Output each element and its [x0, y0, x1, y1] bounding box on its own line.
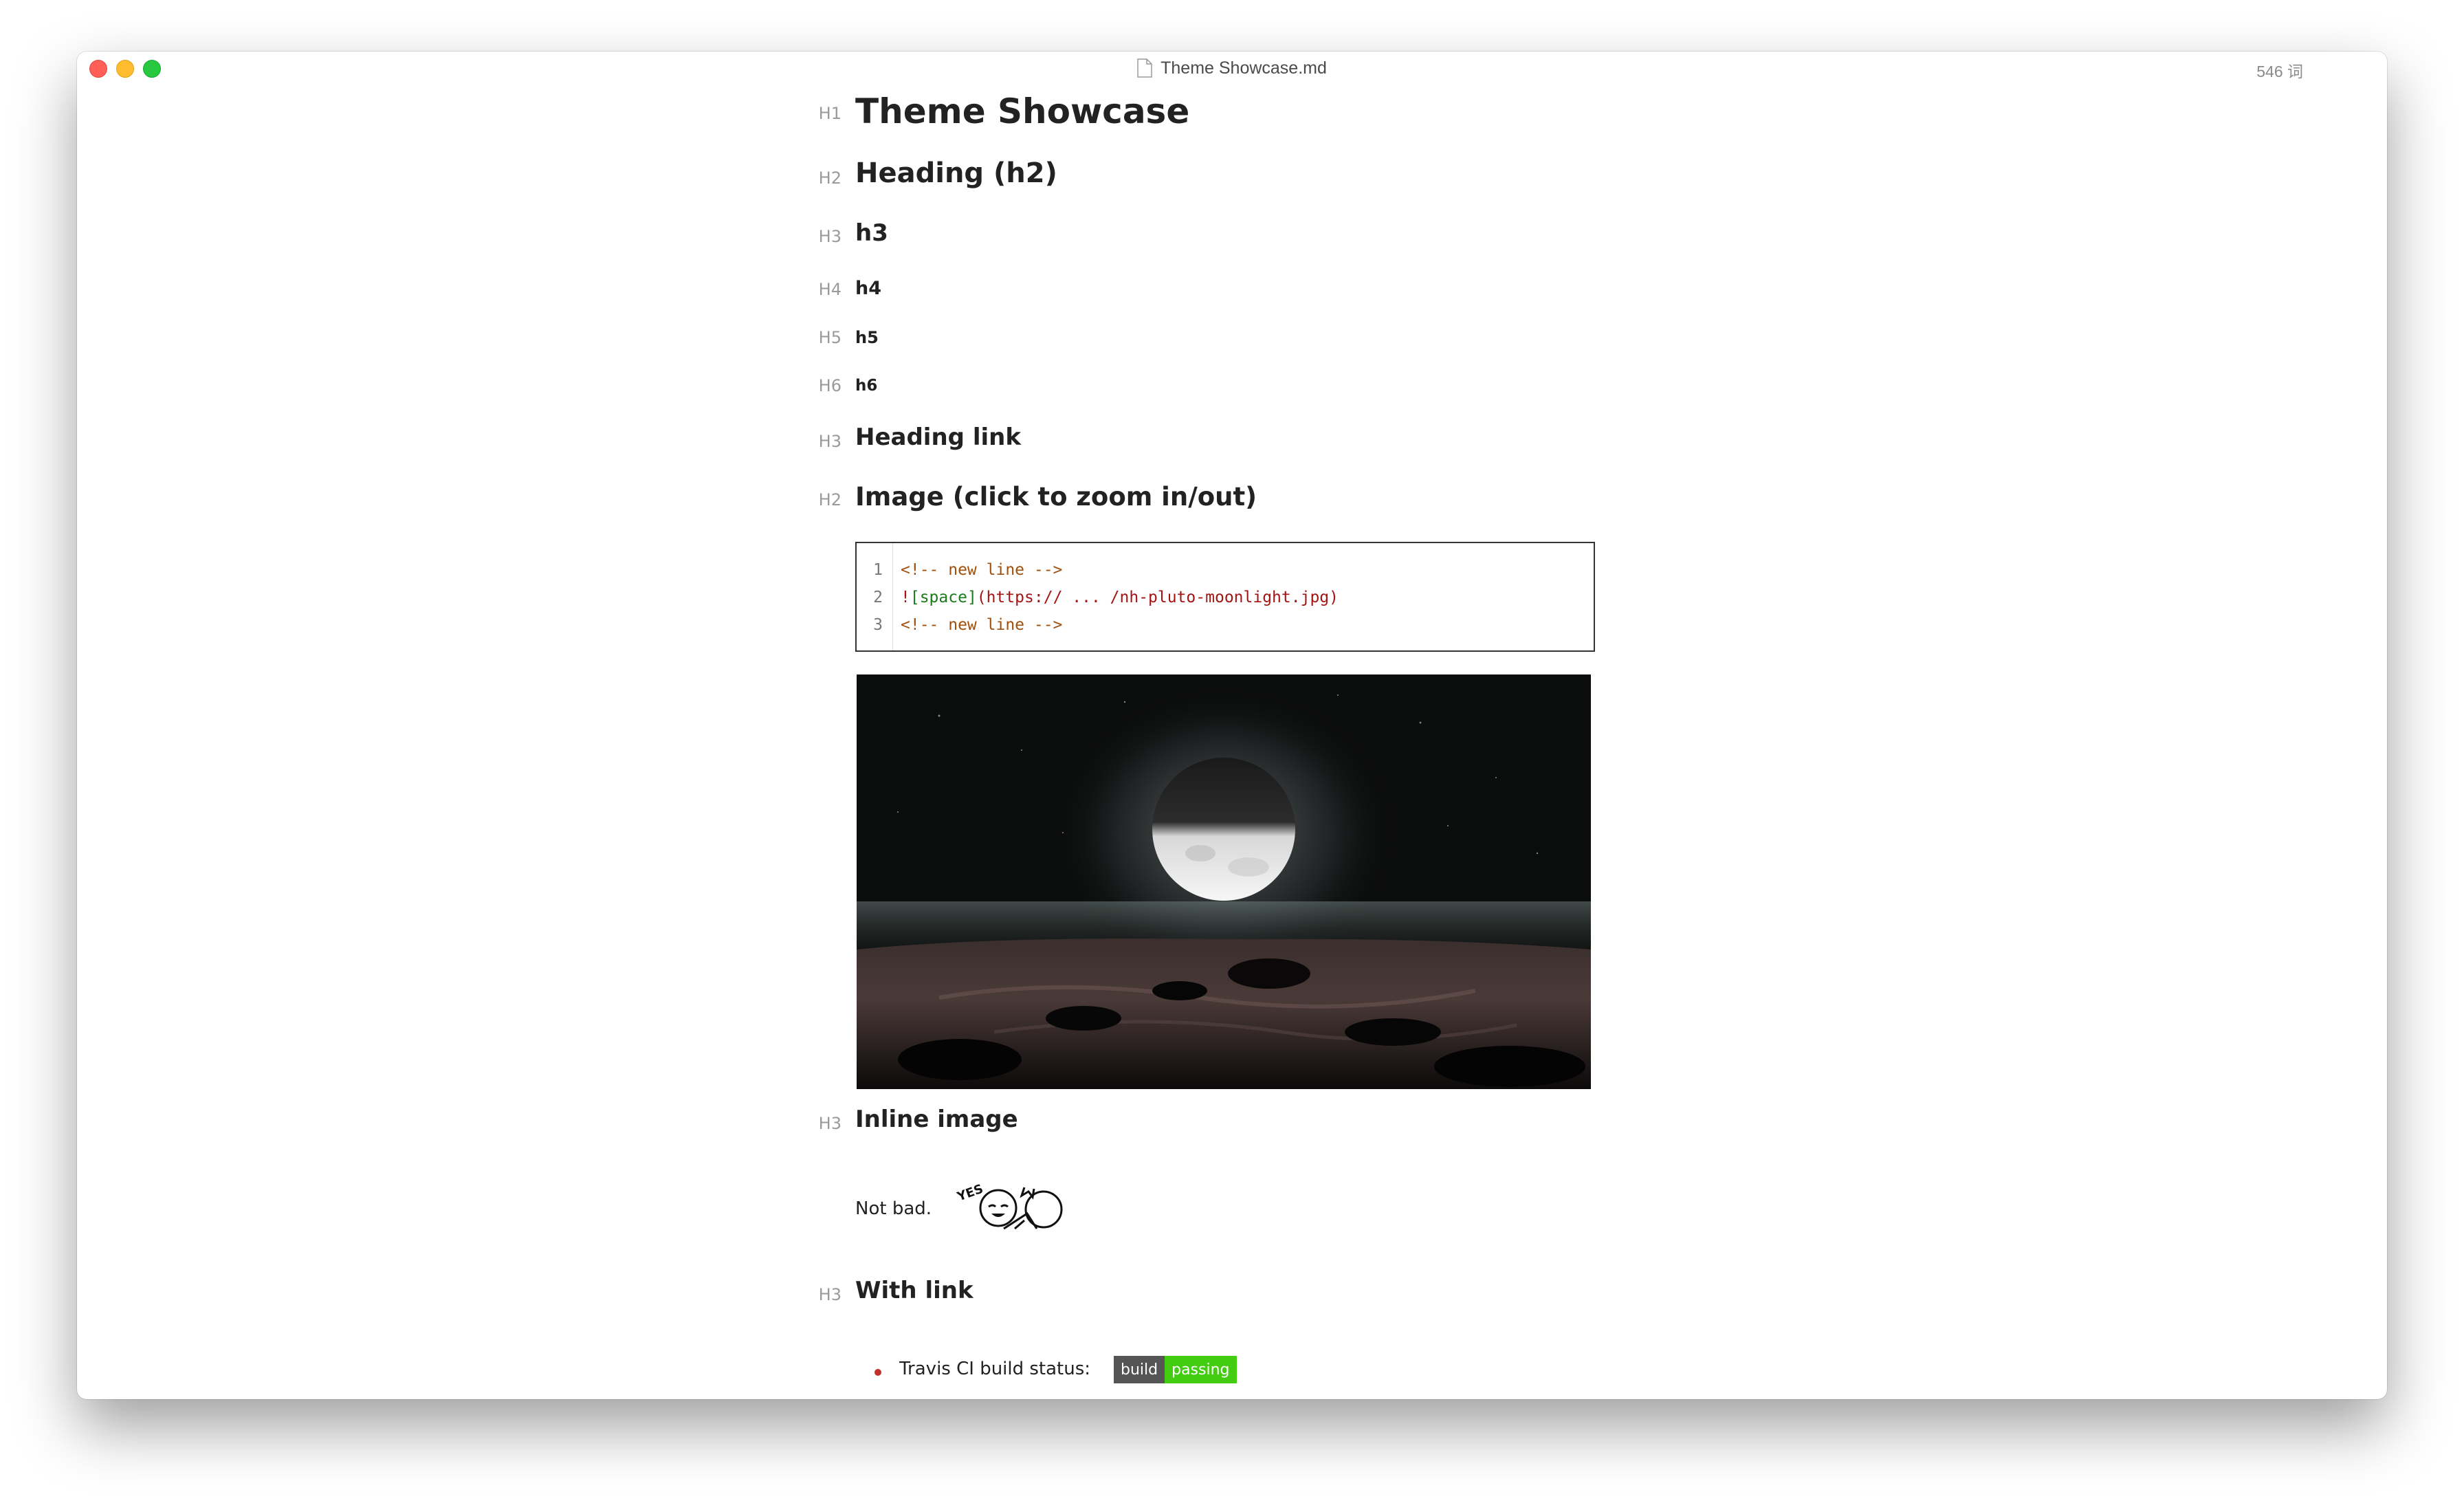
heading-inline-image[interactable]: Inline image: [855, 1106, 1018, 1133]
line-number: 1: [873, 561, 883, 579]
heading-level-tag: H3: [818, 227, 842, 246]
code-line-2[interactable]: ![space](https:// ... /nh-pluto-moonligh…: [901, 589, 1339, 606]
sticker-yes-label: YES: [956, 1182, 985, 1205]
moon-landscape-illustration: [857, 674, 1591, 1089]
heading-h1[interactable]: Theme Showcase: [855, 91, 1189, 131]
pluto-moonlight-image[interactable]: [857, 674, 1591, 1089]
window-title: Theme Showcase.md: [77, 52, 2387, 85]
heading-h4[interactable]: h4: [855, 278, 881, 299]
heading-link[interactable]: Heading link: [855, 424, 1021, 451]
editor-window: Theme Showcase.md 546 词 H1 Theme Showcas…: [77, 52, 2387, 1399]
title-bar: Theme Showcase.md 546 词: [77, 52, 2387, 85]
heading-h2[interactable]: Heading (h2): [855, 157, 1057, 189]
yes-sticker-icon[interactable]: YES: [956, 1179, 1079, 1234]
heading-level-tag: H1: [818, 104, 842, 123]
heading-level-tag: H4: [818, 280, 842, 299]
code-block[interactable]: 1 2 3 <!-- new line --> ![space](https:/…: [855, 542, 1595, 652]
heading-h5[interactable]: h5: [855, 328, 879, 347]
heading-h3[interactable]: h3: [855, 219, 888, 247]
badge-label: build: [1114, 1356, 1165, 1383]
code-line-3[interactable]: <!-- new line -->: [901, 616, 1062, 634]
window-title-text: Theme Showcase.md: [1160, 58, 1327, 78]
code-alt-text: [space]: [910, 589, 977, 606]
heading-level-tag: H2: [818, 168, 842, 188]
code-bang: !: [901, 589, 910, 606]
not-bad-text: Not bad.: [855, 1198, 932, 1219]
heading-level-tag: H2: [818, 490, 842, 509]
list-bullet: [874, 1369, 881, 1376]
heading-level-tag: H6: [818, 376, 842, 395]
line-number: 3: [873, 616, 883, 634]
heading-level-tag: H5: [818, 328, 842, 347]
code-line-1[interactable]: <!-- new line -->: [901, 561, 1062, 579]
heading-level-tag: H3: [818, 432, 842, 451]
badge-status: passing: [1165, 1356, 1237, 1383]
list-item-travis: Travis CI build status:: [899, 1359, 1091, 1379]
document-icon: [1137, 58, 1152, 78]
heading-level-tag: H3: [818, 1285, 842, 1304]
heading-with-link[interactable]: With link: [855, 1277, 974, 1304]
line-number: 2: [873, 589, 883, 606]
heading-image[interactable]: Image (click to zoom in/out): [855, 482, 1257, 512]
heading-level-tag: H3: [818, 1114, 842, 1133]
heading-h6[interactable]: h6: [855, 377, 877, 395]
word-count[interactable]: 546 词: [2256, 58, 2303, 82]
code-url: (https:// ... /nh-pluto-moonlight.jpg): [976, 589, 1339, 606]
build-status-badge[interactable]: build passing: [1114, 1356, 1237, 1383]
code-line-numbers: 1 2 3: [857, 543, 893, 650]
